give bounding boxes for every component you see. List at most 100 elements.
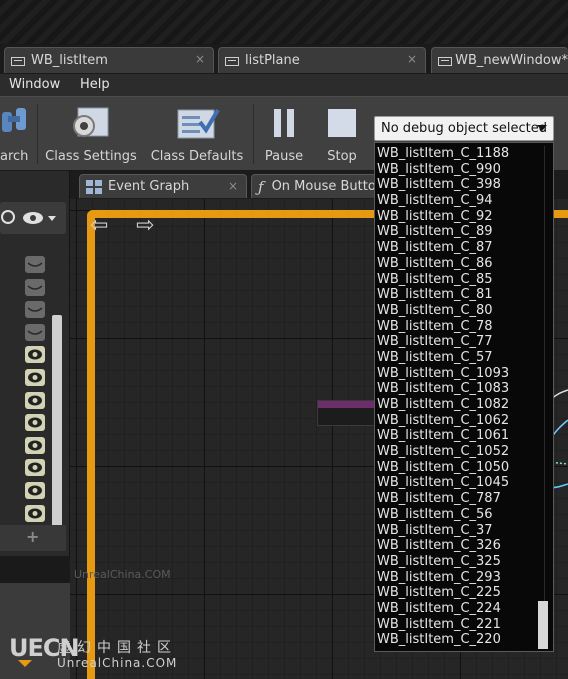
debug-object-option[interactable]: WB_listItem_C_57 (375, 350, 545, 366)
stop-icon (328, 109, 356, 137)
debug-object-dropdown: WB_listItem_C_1188 WB_listItem_C_990 WB_li… (374, 142, 554, 652)
stop-label: Stop (327, 149, 357, 164)
stop-button[interactable]: Stop (320, 100, 364, 168)
debug-object-list: WB_listItem_C_1188 WB_listItem_C_990 WB_li… (375, 146, 545, 648)
debug-object-option[interactable]: WB_listItem_C_1093 (375, 366, 545, 382)
debug-object-select[interactable]: No debug object selected (374, 116, 554, 141)
debug-object-option[interactable]: WB_listItem_C_221 (375, 617, 545, 633)
visible-eye-icon[interactable] (25, 482, 45, 499)
watermark-site: UnrealChina.COM (57, 656, 178, 670)
visible-eye-icon[interactable] (25, 346, 45, 364)
debug-object-option[interactable]: WB_listItem_C_56 (375, 507, 545, 523)
dropdown-scroll-track (544, 146, 545, 646)
panel-scrollbar[interactable] (52, 315, 62, 535)
debug-object-option[interactable]: WB_listItem_C_1045 (375, 475, 545, 491)
tab-label: Event Graph (108, 179, 190, 194)
tab-wb-listitem[interactable]: WB_listItem × (4, 47, 214, 73)
close-icon[interactable]: × (195, 52, 205, 66)
debug-object-option[interactable]: WB_listItem_C_1061 (375, 428, 545, 444)
debug-object-option[interactable]: WB_listItem_C_325 (375, 554, 545, 570)
class-defaults-button[interactable]: Class Defaults (150, 100, 244, 168)
clipboard-check-icon (177, 108, 220, 139)
chevron-down-icon (537, 125, 547, 131)
search-button[interactable]: arch (0, 100, 32, 168)
debug-object-option[interactable]: WB_listItem_C_220 (375, 632, 545, 648)
hidden-eye-icon[interactable] (25, 301, 45, 319)
back-arrow-icon[interactable]: ⇦ (90, 213, 108, 238)
close-icon[interactable]: × (228, 179, 238, 193)
debug-object-option[interactable]: WB_listItem_C_85 (375, 272, 545, 288)
search-label: arch (0, 149, 29, 164)
tab-listplane[interactable]: listPlane × (218, 47, 426, 73)
tab-label: listPlane (245, 53, 300, 68)
debug-object-option[interactable]: WB_listItem_C_77 (375, 334, 545, 350)
watermark-chinese: 虚幻中国社区 (57, 640, 177, 656)
panel-footer: + (0, 525, 66, 551)
eye-filter-icon[interactable] (22, 210, 58, 226)
debug-object-option[interactable]: WB_listItem_C_81 (375, 287, 545, 303)
visible-eye-icon[interactable] (25, 391, 45, 409)
debug-object-option[interactable]: WB_listItem_C_224 (375, 601, 545, 617)
hidden-eye-icon[interactable] (25, 256, 45, 273)
graph-node[interactable] (317, 400, 375, 426)
debug-object-option[interactable]: WB_listItem_C_80 (375, 303, 545, 319)
debug-object-option[interactable]: WB_listItem_C_1082 (375, 397, 545, 413)
hidden-eye-icon[interactable] (25, 323, 45, 341)
pause-icon (274, 109, 294, 137)
debug-object-option[interactable]: WB_listItem_C_293 (375, 570, 545, 586)
debug-select-value: No debug object selected (381, 121, 548, 136)
comment-box-border (87, 210, 95, 679)
visible-eye-icon[interactable] (25, 504, 45, 522)
gear-icon (73, 107, 109, 137)
close-icon[interactable]: × (407, 52, 417, 66)
node-header (318, 401, 374, 408)
debug-object-option[interactable]: WB_listItem_C_1052 (375, 444, 545, 460)
visible-eye-icon[interactable] (25, 369, 45, 386)
debug-object-option[interactable]: WB_listItem_C_787 (375, 491, 545, 507)
forward-arrow-icon[interactable]: ⇨ (136, 213, 154, 238)
debug-object-option[interactable]: WB_listItem_C_37 (375, 523, 545, 539)
visible-eye-icon[interactable] (25, 459, 45, 477)
blueprint-icon (438, 55, 453, 67)
event-graph-icon (86, 179, 102, 194)
function-icon: ƒ (258, 177, 264, 196)
debug-object-option[interactable]: WB_listItem_C_78 (375, 319, 545, 335)
binoculars-icon (2, 108, 26, 132)
watermark-faint: UnrealChina.COM (74, 568, 171, 581)
search-icon[interactable] (0, 208, 16, 228)
debug-object-option[interactable]: WB_listItem_C_225 (375, 585, 545, 601)
debug-object-option[interactable]: WB_listItem_C_326 (375, 538, 545, 554)
debug-object-option[interactable]: WB_listItem_C_1083 (375, 381, 545, 397)
class-defaults-label: Class Defaults (150, 149, 244, 164)
blueprint-icon (11, 55, 25, 67)
dropdown-scrollbar[interactable] (538, 601, 548, 649)
blueprint-icon (225, 55, 239, 67)
debug-object-option[interactable]: WB_listItem_C_92 (375, 209, 545, 225)
debug-object-option[interactable]: WB_listItem_C_398 (375, 177, 545, 193)
tab-on-mouse-button[interactable]: ƒ On Mouse Butto (251, 174, 377, 198)
panel-search-row (0, 202, 66, 234)
debug-object-option[interactable]: WB_listItem_C_87 (375, 240, 545, 256)
toolbar-separator (37, 104, 38, 164)
debug-object-option[interactable]: WB_listItem_C_86 (375, 256, 545, 272)
menu-bar: Window Help (0, 74, 568, 96)
tab-event-graph[interactable]: Event Graph × (79, 174, 247, 198)
add-icon[interactable]: + (26, 527, 39, 546)
debug-object-option[interactable]: WB_listItem_C_89 (375, 224, 545, 240)
hidden-eye-icon[interactable] (25, 278, 45, 296)
class-settings-label: Class Settings (45, 149, 137, 164)
class-settings-button[interactable]: Class Settings (45, 100, 137, 168)
debug-object-option[interactable]: WB_listItem_C_1050 (375, 460, 545, 476)
tab-wb-newwindow[interactable]: WB_newWindow* (431, 47, 568, 73)
visible-eye-icon[interactable] (25, 436, 45, 454)
debug-object-option[interactable]: WB_listItem_C_94 (375, 193, 545, 209)
debug-object-option[interactable]: WB_listItem_C_1188 (375, 146, 545, 162)
pause-label: Pause (264, 149, 304, 164)
title-bar (0, 0, 568, 44)
visible-eye-icon[interactable] (25, 414, 45, 432)
menu-window[interactable]: Window (9, 77, 60, 92)
debug-object-option[interactable]: WB_listItem_C_1062 (375, 413, 545, 429)
pause-button[interactable]: Pause (261, 100, 307, 168)
menu-help[interactable]: Help (80, 77, 110, 92)
debug-object-option[interactable]: WB_listItem_C_990 (375, 162, 545, 178)
